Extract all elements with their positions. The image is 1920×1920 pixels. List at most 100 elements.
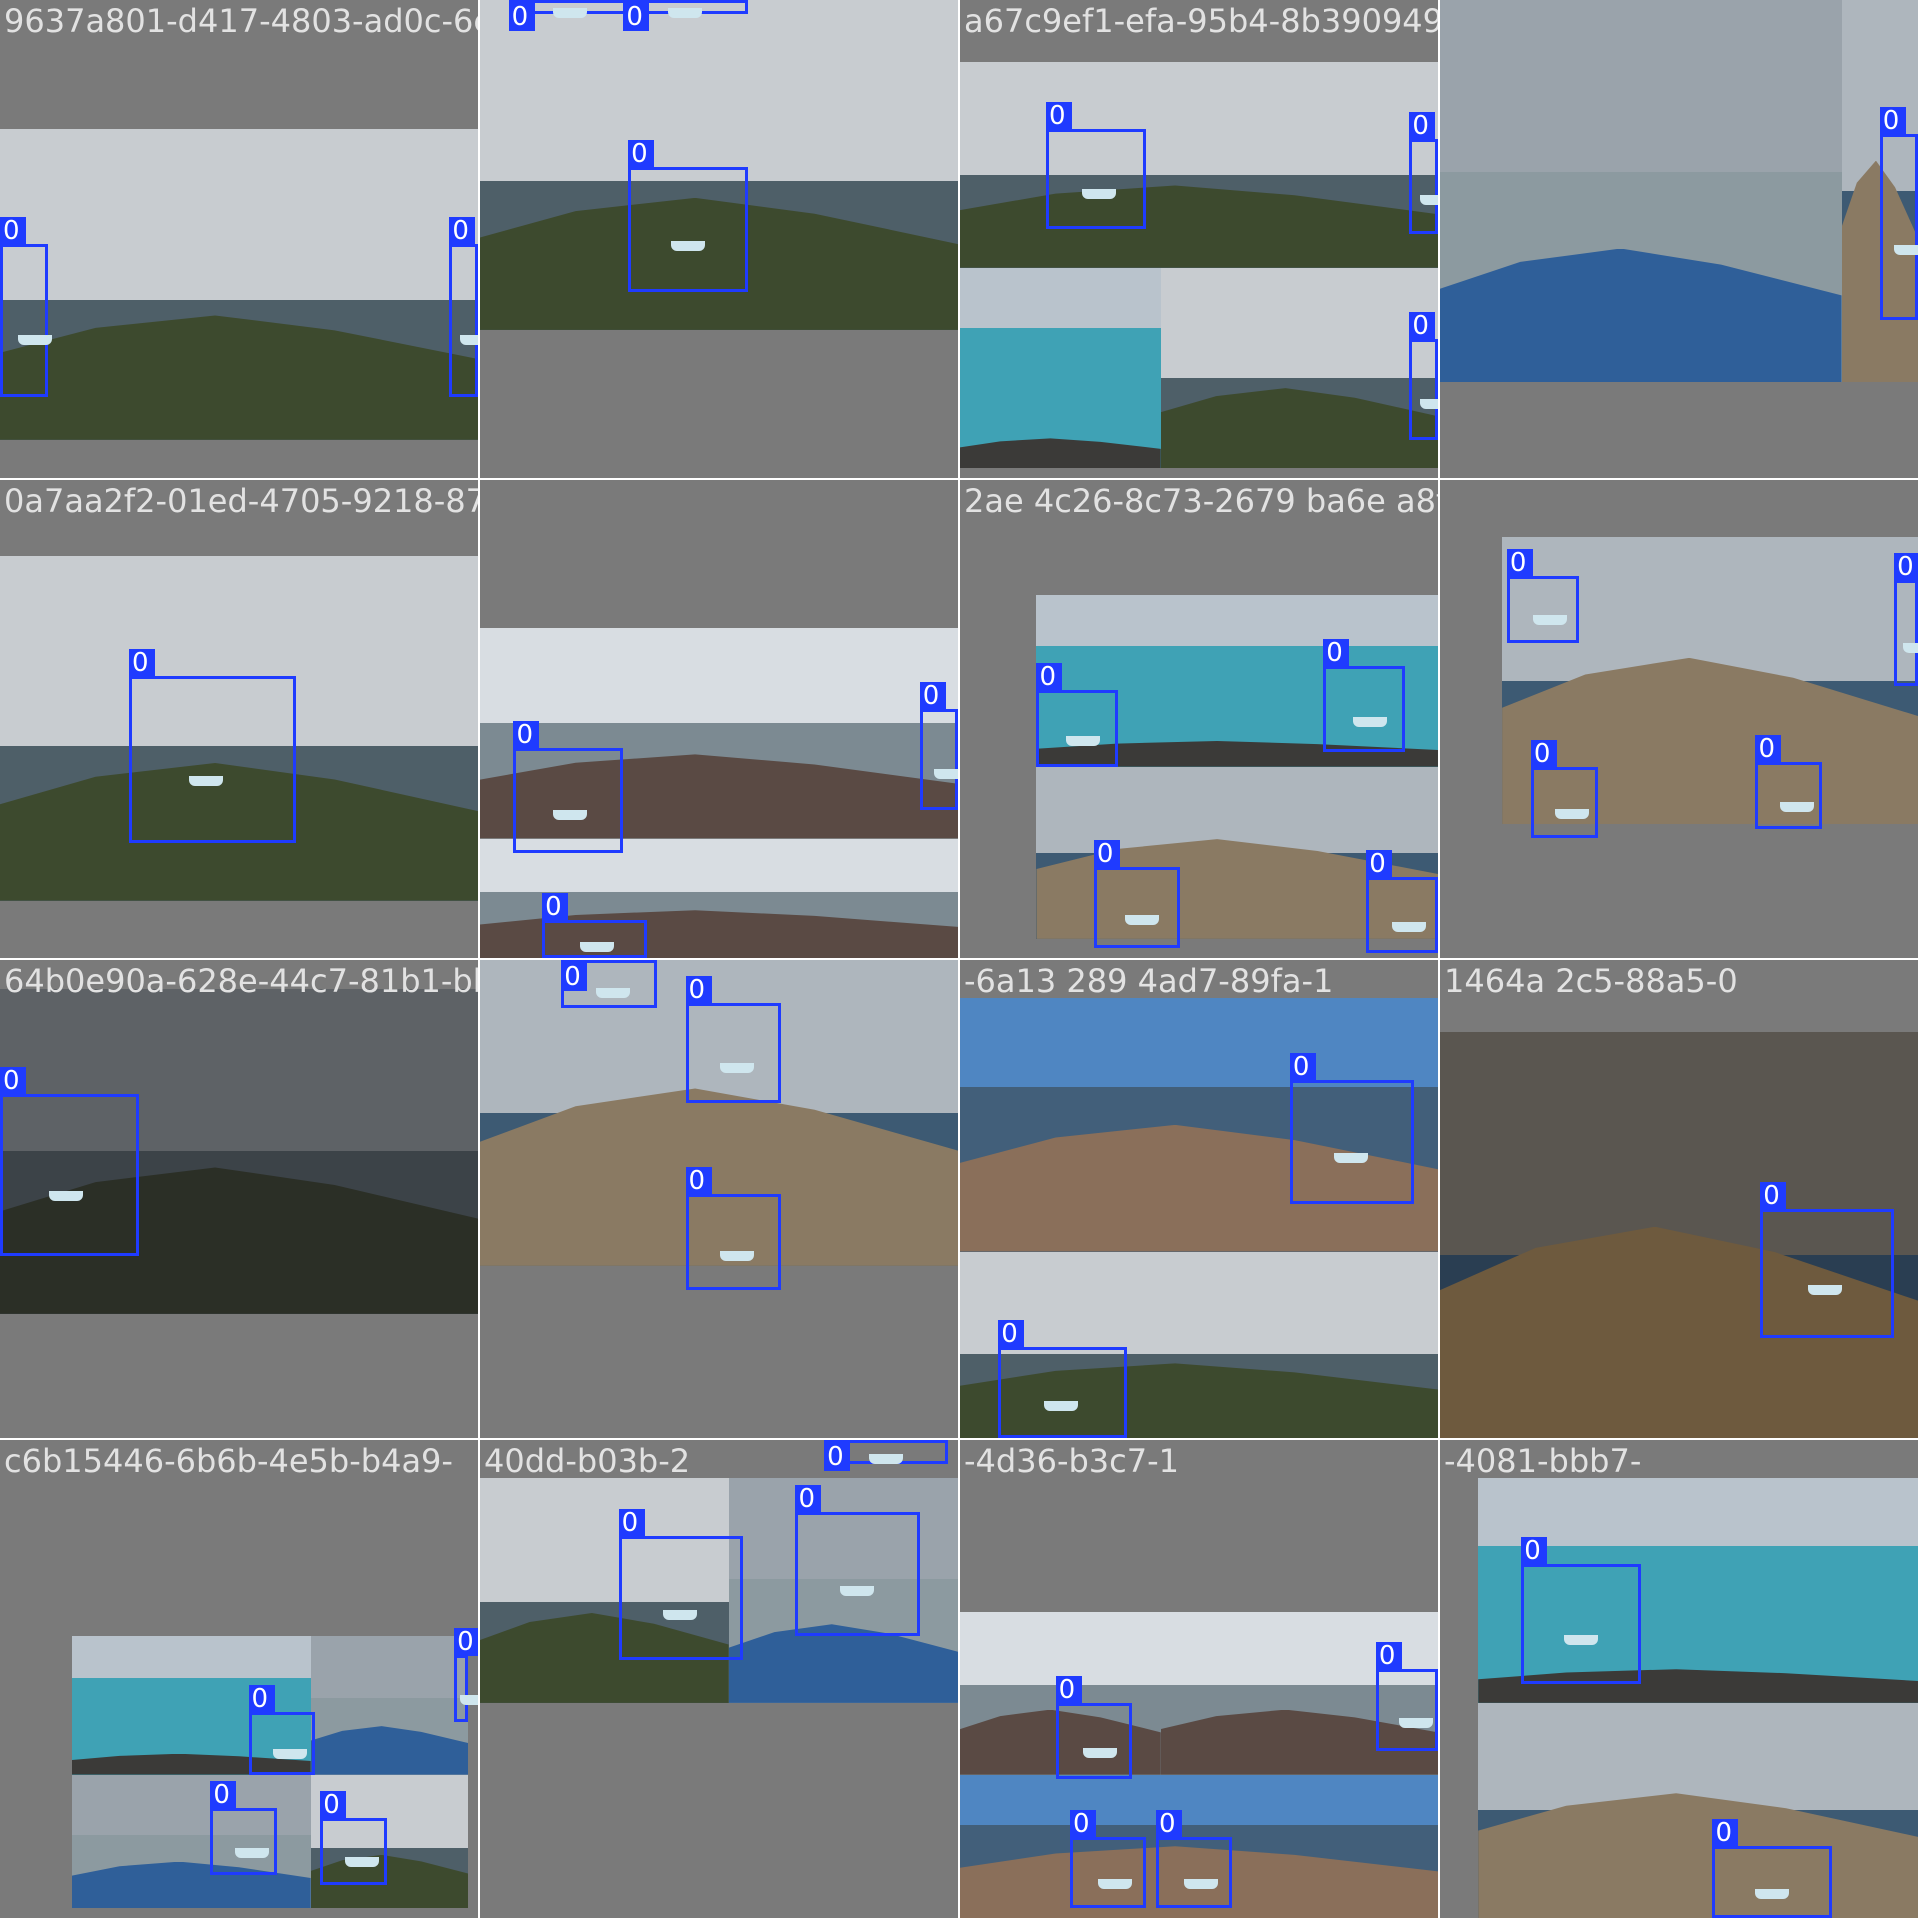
class-label: 0 — [685, 1167, 712, 1196]
tile-filename: 64b0e90a-628e-44c7-81b1-bb67f 3a45b-bdf0… — [4, 962, 478, 1000]
class-label: 0 — [685, 976, 712, 1005]
boat-icon — [1420, 195, 1438, 206]
boat-icon — [667, 7, 702, 18]
tile-filename: -6a13 289 4ad7-89fa-1 — [964, 962, 1334, 1000]
detection-box: 0 — [210, 1781, 278, 1875]
grid-divider — [0, 1438, 1920, 1440]
class-label: 0 — [1760, 1181, 1787, 1210]
detection-box: 0 — [1712, 1819, 1832, 1918]
class-label: 0 — [542, 892, 569, 921]
tile-filename: 40dd-b03b-2 — [484, 1442, 691, 1480]
detection-box: 0 — [0, 216, 52, 397]
boat-icon — [839, 1585, 874, 1596]
class-label: 0 — [1036, 663, 1063, 692]
boat-icon — [49, 1190, 84, 1201]
mosaic-tile: 1464a 2c5-88a5-0 0 — [1440, 960, 1918, 1438]
mosaic-tile: 0 — [1440, 0, 1918, 478]
class-label: 0 — [795, 1484, 822, 1513]
grid-divider — [478, 0, 480, 1920]
class-label: 0 — [623, 3, 650, 31]
detection-box: 0 — [1521, 1537, 1641, 1684]
boat-icon — [1392, 922, 1427, 933]
tile-filename: c6b15446-6b6b-4e5b-b4a9- — [4, 1442, 453, 1480]
tile-filename: 9637a801-d417-4803-ad0c-6e8e975a-1822-45… — [4, 2, 478, 40]
boat-icon — [1532, 615, 1567, 626]
detection-box: 0 — [449, 216, 478, 397]
detection-box: 0 — [1036, 663, 1118, 767]
detection-box: 0 — [1046, 102, 1147, 230]
detection-box: 0 — [1879, 106, 1918, 321]
class-label: 0 — [449, 216, 476, 245]
class-label: 0 — [508, 3, 535, 31]
detection-box: 0 — [1530, 739, 1598, 839]
boat-icon — [719, 1250, 754, 1261]
detection-box: 0 — [513, 720, 624, 853]
class-label: 0 — [1323, 639, 1350, 668]
mosaic-grid: 9637a801-d417-4803-ad0c-6e8e975a-1822-45… — [0, 0, 1920, 1920]
class-label: 0 — [1155, 1809, 1182, 1838]
detection-box: 0 — [129, 648, 297, 844]
boat-icon — [1894, 245, 1918, 256]
boat-icon — [934, 769, 958, 780]
boat-icon — [234, 1847, 269, 1858]
detection-box: 0 — [1323, 639, 1405, 753]
class-label: 0 — [454, 1628, 478, 1657]
boat-icon — [579, 942, 614, 953]
photo-fragment — [1160, 267, 1438, 469]
grid-divider — [1438, 0, 1440, 1920]
detection-box: 0 — [685, 976, 782, 1104]
class-label: 0 — [998, 1320, 1025, 1349]
detection-box: 0 — [628, 140, 748, 292]
class-label: 0 — [1046, 102, 1073, 131]
grid-divider — [958, 0, 960, 1920]
detection-box: 0 — [248, 1685, 316, 1775]
class-label: 0 — [513, 720, 540, 749]
detection-box: 0 — [1409, 312, 1438, 440]
boat-icon — [1124, 915, 1159, 926]
mosaic-tile: 0 0 0 — [480, 0, 958, 478]
boat-icon — [1083, 1748, 1118, 1759]
detection-box: 0 — [623, 0, 748, 31]
class-label: 0 — [0, 1066, 26, 1095]
detection-box: 0 — [1760, 1181, 1895, 1338]
class-label: 0 — [919, 682, 946, 711]
class-label: 0 — [210, 1781, 237, 1810]
class-label: 0 — [1521, 1537, 1548, 1566]
class-label: 0 — [129, 648, 156, 677]
boat-icon — [1065, 735, 1100, 746]
tile-filename: a67c9ef1-efa-95b4-8b3909497 c3ae-a627-1 — [964, 2, 1438, 40]
boat-icon — [552, 810, 587, 821]
boat-icon — [17, 334, 52, 345]
mosaic-tile: 40dd-b03b-2 0 0 0 — [480, 1440, 958, 1918]
detection-box: 0 — [1409, 111, 1438, 235]
class-label: 0 — [824, 1443, 851, 1471]
mosaic-tile: 0 0 0 — [480, 960, 958, 1438]
class-label: 0 — [1093, 840, 1120, 869]
detection-box: 0 — [919, 682, 958, 810]
detection-box: 0 — [454, 1628, 478, 1722]
boat-icon — [1755, 1888, 1790, 1899]
boat-icon — [460, 334, 478, 345]
detection-box: 0 — [1366, 849, 1438, 954]
photo-fragment — [960, 62, 1438, 268]
mosaic-tile: -6a13 289 4ad7-89fa-1 0 0 — [960, 960, 1438, 1438]
boat-icon — [188, 775, 223, 786]
mosaic-tile: c6b15446-6b6b-4e5b-b4a9- 0 0 0 0 — [0, 1440, 478, 1918]
class-label: 0 — [1055, 1675, 1082, 1704]
class-label: 0 — [628, 140, 655, 169]
tile-filename: 2ae 4c26-8c73-2679 ba6e a8fc3-8bba-7 — [964, 482, 1438, 520]
mosaic-tile: -4d36-b3c7-1 0 0 0 0 — [960, 1440, 1438, 1918]
boat-icon — [868, 1453, 903, 1464]
class-label: 0 — [0, 216, 26, 245]
class-label: 0 — [320, 1790, 347, 1819]
detection-box: 0 — [1069, 1809, 1147, 1909]
detection-box: 0 — [1375, 1642, 1438, 1751]
photo-fragment — [1478, 1702, 1918, 1918]
tile-filename: -4d36-b3c7-1 — [964, 1442, 1180, 1480]
grid-divider — [0, 958, 1920, 960]
detection-box: 0 — [1055, 1675, 1133, 1780]
grid-divider — [0, 478, 1920, 480]
boat-icon — [1807, 1285, 1842, 1296]
boat-icon — [1097, 1879, 1132, 1890]
detection-box: 0 — [320, 1790, 388, 1885]
